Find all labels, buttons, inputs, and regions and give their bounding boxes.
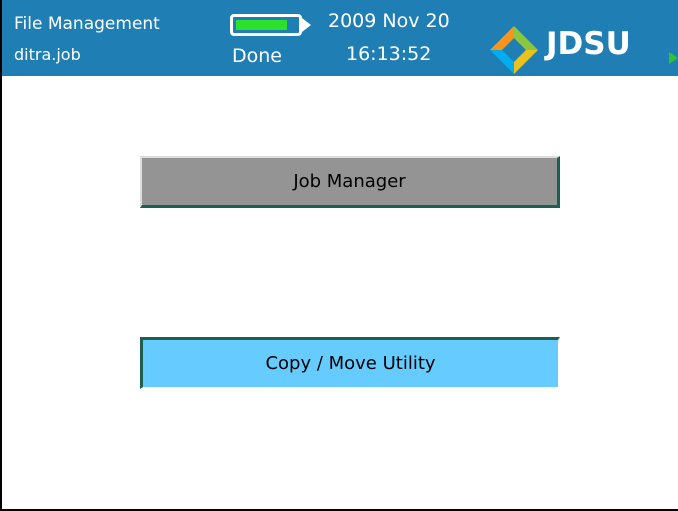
top-status-bar: File Management ditra.job Done 2009 Nov … (2, 0, 678, 76)
screen-frame: File Management ditra.job Done 2009 Nov … (0, 0, 678, 511)
current-file-name: ditra.job (14, 45, 81, 64)
battery-tip-icon (302, 18, 311, 32)
scroll-right-arrow-icon[interactable] (669, 52, 678, 64)
job-manager-button[interactable]: Job Manager (140, 156, 560, 208)
app-title: File Management (14, 14, 160, 34)
jdsu-logo-icon (490, 26, 538, 74)
date-display: 2009 Nov 20 (328, 10, 450, 32)
time-display: 16:13:52 (346, 43, 432, 65)
battery-level-fill (236, 20, 287, 30)
copy-move-utility-button[interactable]: Copy / Move Utility (140, 337, 560, 389)
battery-icon (230, 14, 302, 36)
brand-logo-text: JDSU (546, 26, 631, 62)
status-text: Done (232, 45, 282, 67)
